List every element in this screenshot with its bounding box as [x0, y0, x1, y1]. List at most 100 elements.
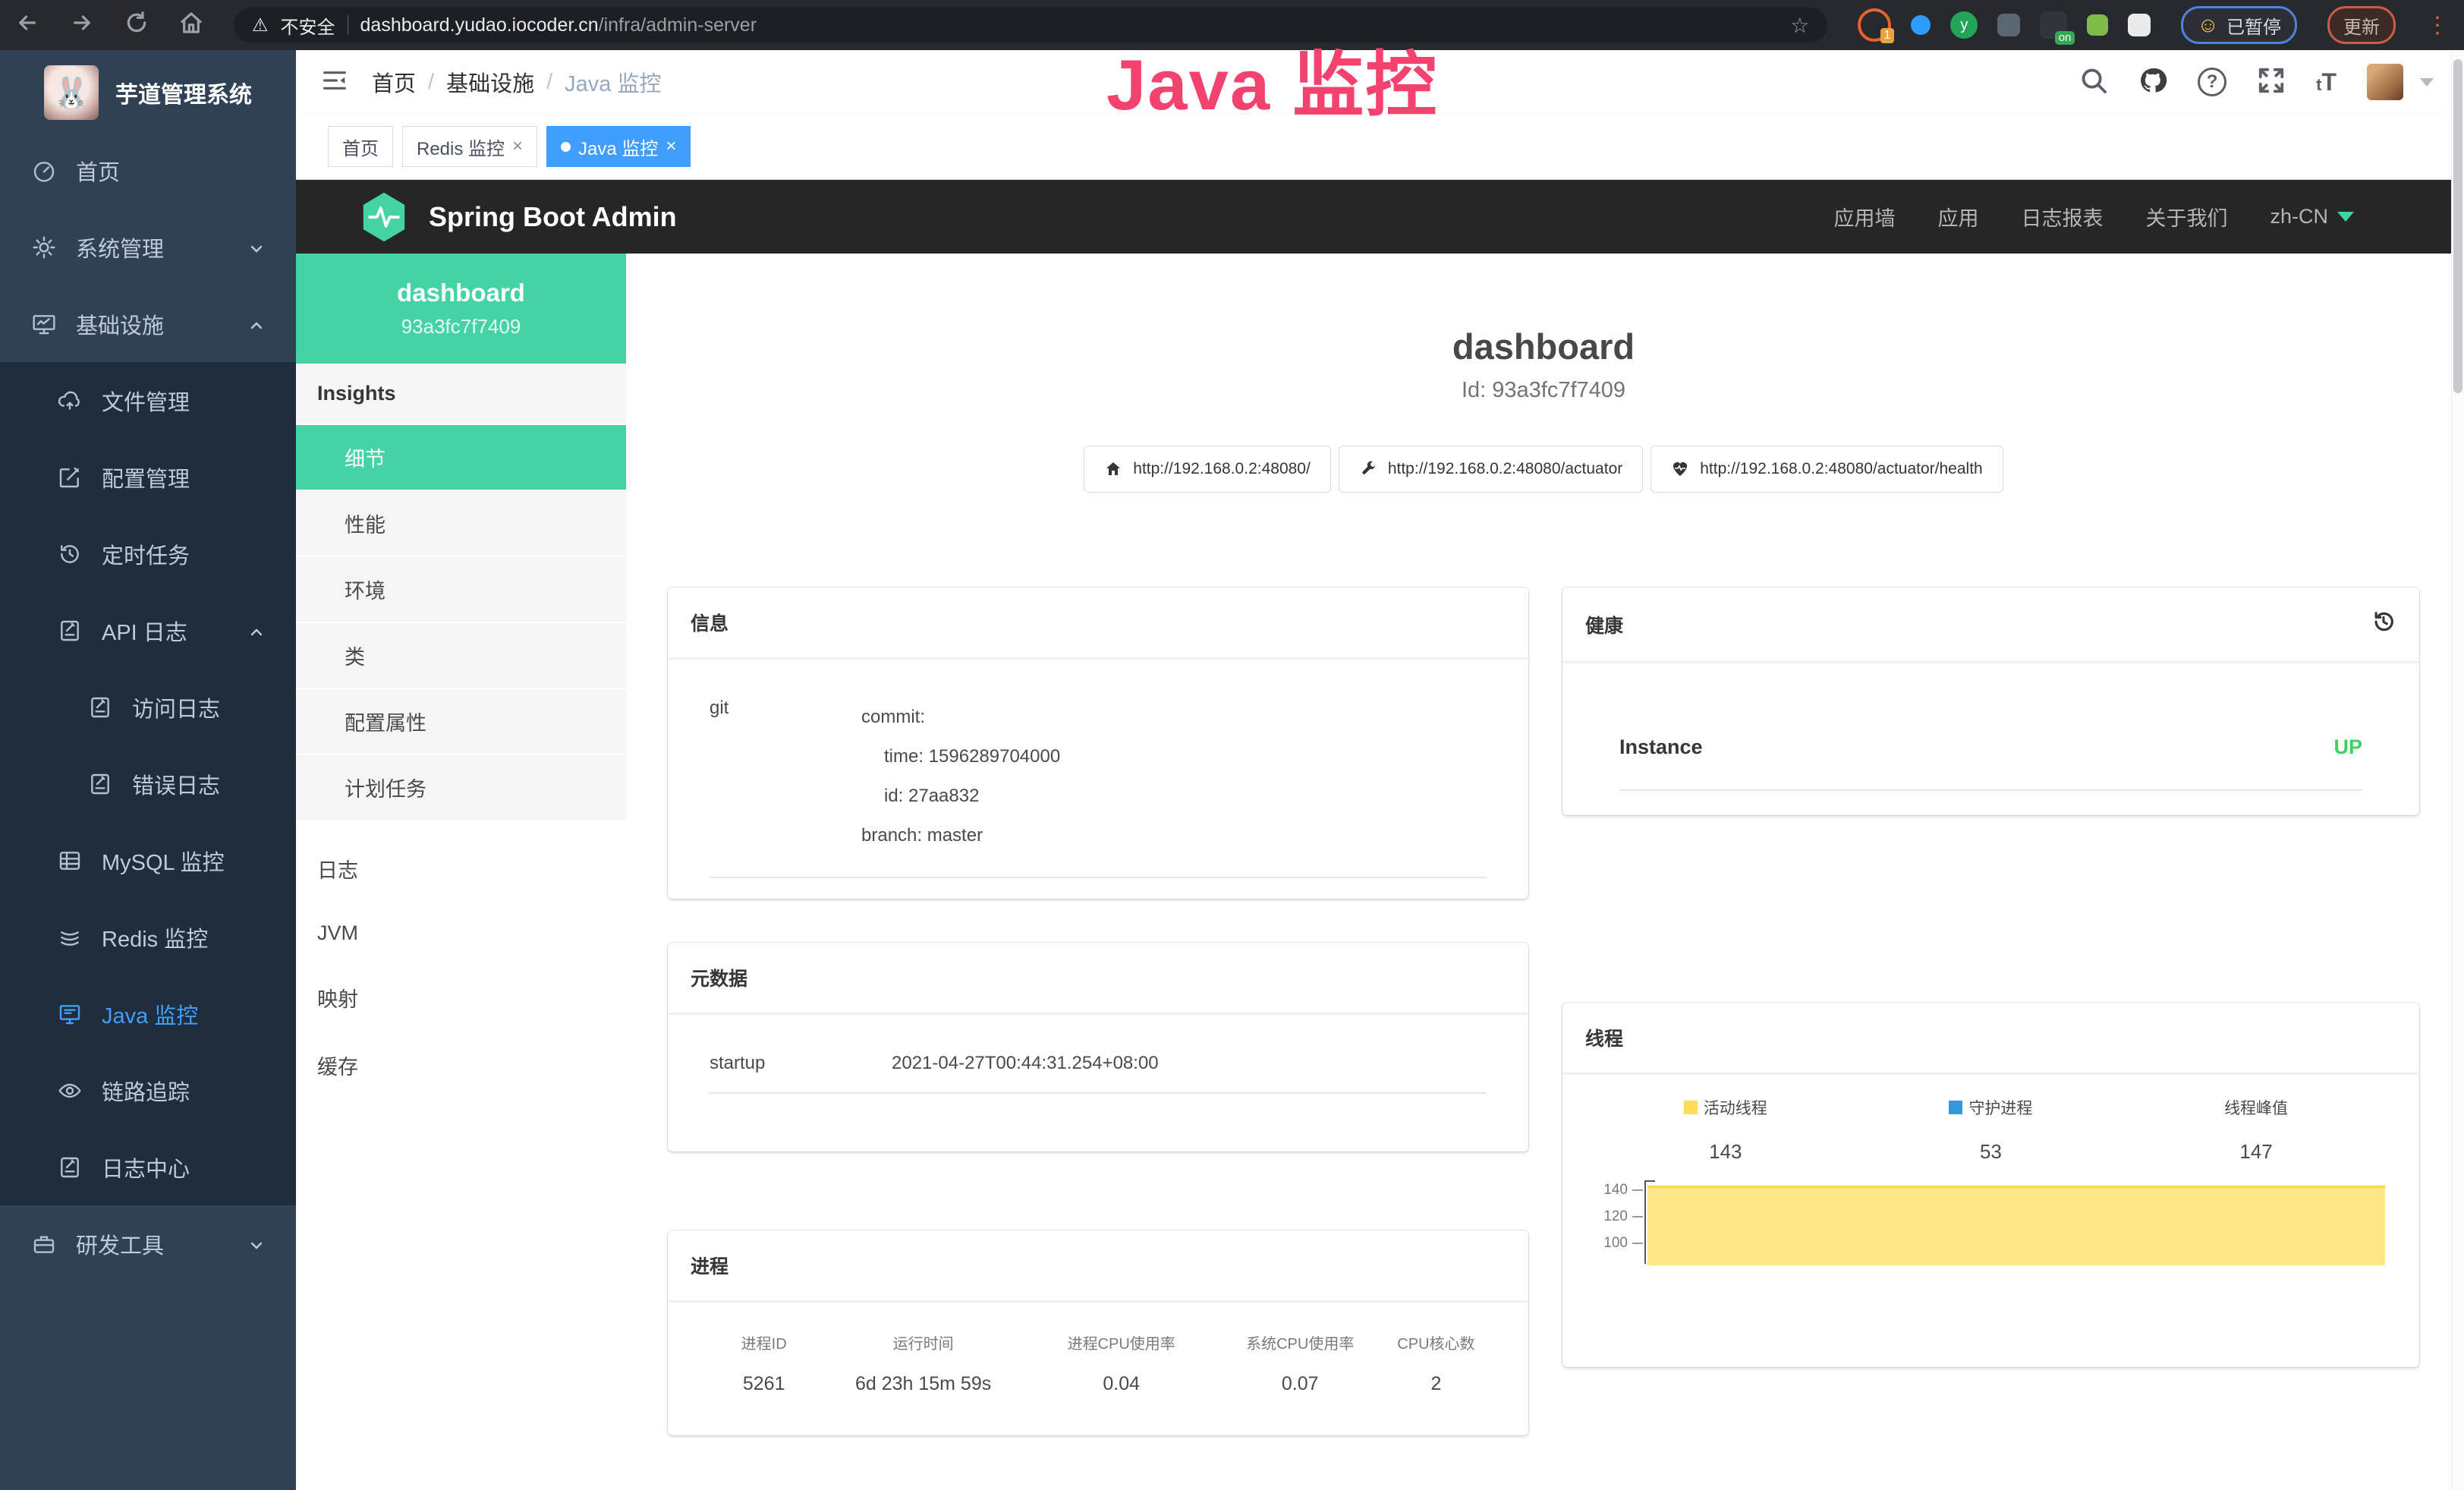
sba-item-classes[interactable]: 类 — [296, 623, 626, 689]
breadcrumb-home[interactable]: 首页 — [372, 66, 416, 98]
health-card-header: 健康 — [1562, 587, 2419, 663]
y-axis-tick: 140 — [1584, 1182, 1628, 1199]
help-icon[interactable]: ? — [2198, 68, 2226, 96]
sba-title: Spring Boot Admin — [429, 201, 677, 233]
sba-section-insights[interactable]: Insights — [296, 364, 626, 425]
y-extension-icon[interactable]: y — [1950, 11, 1978, 39]
sba-nav-journal[interactable]: 日志报表 — [2021, 202, 2103, 232]
tab-home[interactable]: 首页 — [328, 126, 393, 167]
page-scrollbar[interactable] — [2451, 50, 2464, 1490]
sidebar-item-dev-tools[interactable]: 研发工具 — [0, 1205, 296, 1282]
sidebar-collapse-icon[interactable] — [322, 68, 348, 97]
sba-item-logs[interactable]: 日志 — [296, 835, 626, 903]
sidebar-item-java-monitor[interactable]: Java 监控 — [0, 975, 296, 1052]
security-label[interactable]: 不安全 — [281, 12, 335, 39]
grid-extension-icon[interactable] — [1997, 14, 2020, 36]
sidebar-item-infrastructure[interactable]: 基础设施 — [0, 285, 296, 362]
url-text[interactable]: dashboard.yudao.iocoder.cn/infra/admin-s… — [360, 14, 757, 36]
sba-item-caches[interactable]: 缓存 — [296, 1032, 626, 1099]
browser-menu-icon[interactable]: ⋮ — [2426, 12, 2449, 39]
app-logo-row[interactable]: 🐰 芋道管理系统 — [0, 50, 296, 132]
process-card-title: 进程 — [668, 1230, 1528, 1303]
health-card-title: 健康 — [1585, 611, 1623, 638]
page-title: dashboard — [668, 326, 2419, 367]
dark-extension-icon[interactable]: on — [2040, 11, 2067, 39]
sba-nav-wall[interactable]: 应用墙 — [1833, 202, 1895, 232]
avatar-caret-icon[interactable] — [2420, 78, 2434, 87]
actuator-url-button[interactable]: http://192.168.0.2:48080/actuator — [1339, 446, 1643, 493]
health-instance-row[interactable]: Instance UP — [1619, 736, 2362, 791]
tab-redis-monitor[interactable]: Redis 监控 × — [402, 126, 537, 167]
sidebar-item-home[interactable]: 首页 — [0, 132, 296, 209]
metadata-card: 元数据 startup 2021-04-27T00:44:31.254+08:0… — [668, 943, 1528, 1151]
scrollbar-thumb[interactable] — [2453, 59, 2462, 393]
y-axis-tickmark — [1632, 1216, 1643, 1218]
process-table-values: 5261 6d 23h 15m 59s 0.04 0.07 2 — [710, 1373, 1487, 1395]
metadata-card-title: 元数据 — [668, 943, 1528, 1015]
main-area: 首页 / 基础设施 / Java 监控 ? tT 首页 Redis — [296, 50, 2464, 1490]
extension-icon[interactable]: 1 — [1858, 8, 1891, 42]
info-row-value: commit: time: 1596289704000 id: 27aa832 … — [861, 698, 1060, 855]
sidebar-item-tracing[interactable]: 链路追踪 — [0, 1052, 296, 1129]
browser-back-icon[interactable] — [15, 11, 39, 39]
sba-item-jvm[interactable]: JVM — [296, 903, 626, 964]
fullscreen-icon[interactable] — [2257, 66, 2286, 99]
browser-home-icon[interactable] — [179, 11, 203, 39]
health-url-button[interactable]: http://192.168.0.2:48080/actuator/health — [1651, 446, 2003, 493]
history-icon[interactable] — [2371, 609, 2396, 640]
sba-item-config-props[interactable]: 配置属性 — [296, 689, 626, 755]
wrench-icon — [1359, 460, 1377, 478]
sba-item-details[interactable]: 细节 — [296, 425, 626, 491]
endpoint-buttons: http://192.168.0.2:48080/ http://192.168… — [668, 446, 2419, 493]
tab-java-monitor[interactable]: Java 监控 × — [546, 126, 691, 167]
sba-item-metrics[interactable]: 性能 — [296, 491, 626, 557]
threads-plot-area — [1644, 1180, 2385, 1264]
search-icon[interactable] — [2079, 66, 2108, 99]
chevron-down-icon — [249, 238, 264, 253]
sidebar-item-log-center[interactable]: 日志中心 — [0, 1129, 296, 1205]
breadcrumb-section[interactable]: 基础设施 — [446, 66, 534, 98]
sba-item-environment[interactable]: 环境 — [296, 557, 626, 623]
sidebar-item-redis-monitor[interactable]: Redis 监控 — [0, 899, 296, 975]
user-avatar[interactable] — [2367, 64, 2403, 100]
leaf-extension-icon[interactable] — [2087, 14, 2108, 36]
service-url-button[interactable]: http://192.168.0.2:48080/ — [1084, 446, 1331, 493]
sidebar-item-config-management[interactable]: 配置管理 — [0, 439, 296, 515]
sidebar-item-error-logs[interactable]: 错误日志 — [0, 745, 296, 822]
metadata-row-label: startup — [710, 1053, 892, 1074]
sidebar-item-scheduled-jobs[interactable]: 定时任务 — [0, 515, 296, 592]
infrastructure-submenu: 文件管理 配置管理 定时任务 API 日志 访问日志 — [0, 362, 296, 1205]
address-bar[interactable]: ⚠ 不安全 dashboard.yudao.iocoder.cn/infra/a… — [234, 8, 1827, 43]
sba-item-scheduled-tasks[interactable]: 计划任务 — [296, 755, 626, 821]
active-tab-dot — [561, 142, 571, 152]
sba-item-mappings[interactable]: 映射 — [296, 964, 626, 1032]
github-icon[interactable] — [2138, 66, 2167, 99]
sidebar-item-api-logs[interactable]: API 日志 — [0, 592, 296, 669]
sidebar-item-mysql-monitor[interactable]: MySQL 监控 — [0, 822, 296, 899]
update-button[interactable]: 更新 — [2327, 6, 2396, 44]
axis-corner — [1644, 1180, 1655, 1182]
sba-instance-header[interactable]: dashboard 93a3fc7f7409 — [296, 254, 626, 364]
sba-nav-applications[interactable]: 应用 — [1937, 202, 1978, 232]
metadata-startup-row: startup 2021-04-27T00:44:31.254+08:00 — [710, 1053, 1487, 1094]
history-icon — [58, 542, 82, 566]
browser-forward-icon[interactable] — [70, 11, 94, 39]
sidebar-item-access-logs[interactable]: 访问日志 — [0, 669, 296, 745]
close-icon[interactable]: × — [512, 136, 523, 157]
sidebar-item-system[interactable]: 系统管理 — [0, 209, 296, 285]
browser-reload-icon[interactable] — [124, 11, 149, 39]
bookmark-star-icon[interactable]: ☆ — [1790, 13, 1809, 38]
browser-profile-chip[interactable]: ☺ 已暂停 — [2181, 6, 2297, 44]
info-card-title: 信息 — [668, 587, 1528, 660]
sba-locale-select[interactable]: zh-CN — [2270, 205, 2354, 228]
pin-extension-icon[interactable] — [1911, 15, 1931, 35]
chevron-down-icon — [2337, 212, 2354, 222]
sidebar-item-file-management[interactable]: 文件管理 — [0, 362, 296, 439]
font-size-icon[interactable]: tT — [2316, 68, 2337, 96]
url-path: /infra/admin-server — [599, 14, 757, 36]
sba-brand[interactable]: Spring Boot Admin — [360, 191, 677, 243]
profile-chip-label: 已暂停 — [2226, 12, 2281, 39]
sba-nav-about[interactable]: 关于我们 — [2145, 202, 2227, 232]
puzzle-extensions-icon[interactable] — [2128, 14, 2151, 36]
close-icon[interactable]: × — [666, 136, 676, 157]
